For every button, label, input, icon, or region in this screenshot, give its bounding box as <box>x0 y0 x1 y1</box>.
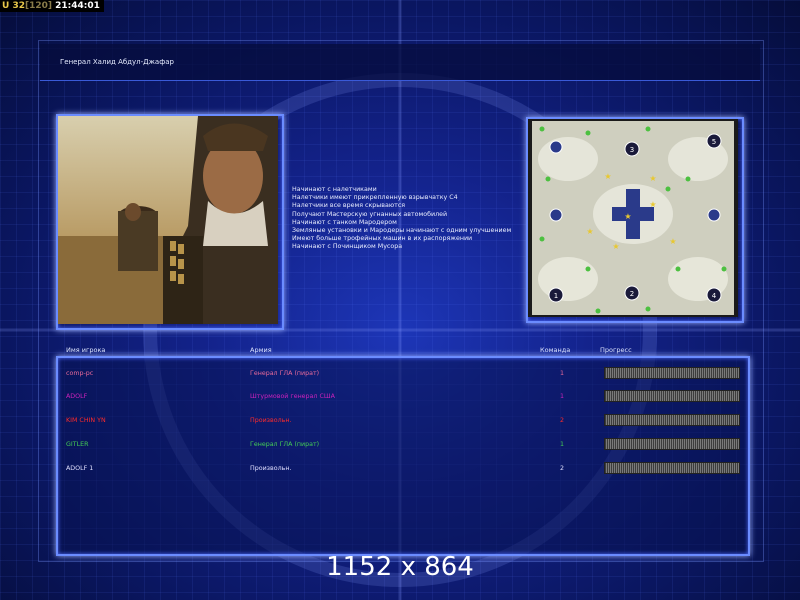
description-line: Начинают с танком Мародером <box>292 218 397 226</box>
svg-text:★: ★ <box>612 242 619 251</box>
start-label-2: 2 <box>630 290 634 298</box>
general-description: Начинают с налетчиками Налетчики имеют п… <box>292 186 511 252</box>
player-row: KIM CHIN YN Произвольн. 2 <box>56 413 746 429</box>
player-name: ADOLF 1 <box>66 465 94 472</box>
svg-text:★: ★ <box>669 237 676 246</box>
start-label-3: 3 <box>630 146 634 154</box>
players-panel <box>56 356 750 556</box>
progress-bar <box>604 414 740 426</box>
column-header-player: Имя игрока <box>66 346 106 354</box>
player-army: Штурмовой генерал США <box>250 393 335 400</box>
status-bracket: [120] <box>24 1 52 11</box>
status-bar: U 32[120] 21:44:01 <box>0 0 104 12</box>
start-label-4: 4 <box>712 292 717 300</box>
player-row: ADOLF 1 Произвольн. 2 <box>56 461 746 477</box>
svg-text:★: ★ <box>624 212 631 221</box>
player-row: GITLER Генерал ГЛА (пират) 1 <box>56 437 746 453</box>
column-header-team: Команда <box>540 346 571 354</box>
status-value: 32 <box>12 1 25 11</box>
progress-bar <box>604 367 740 379</box>
description-line: Начинают с Починщиком Мусора <box>292 243 403 251</box>
player-team: 1 <box>560 370 565 377</box>
general-title: Генерал Халид Абдул-Джафар <box>60 58 174 66</box>
start-label-5: 5 <box>712 138 716 146</box>
player-name: ADOLF <box>66 393 88 400</box>
player-row: comp-pc Генерал ГЛА (пират) 1 <box>56 366 746 382</box>
player-team: 1 <box>560 393 565 400</box>
player-army: Произвольн. <box>250 417 292 424</box>
svg-text:★: ★ <box>649 200 656 209</box>
map-preview[interactable]: 3 5 1 2 4 ★ ★ ★ ★ ★ ★ ★ <box>526 117 744 323</box>
progress-bar <box>604 462 740 474</box>
description-line: Получают Мастерскую угнанных автомобилей <box>292 210 448 218</box>
column-header-progress: Прогресс <box>600 346 632 354</box>
player-row: ADOLF Штурмовой генерал США 1 <box>56 389 746 405</box>
player-army: Генерал ГЛА (пират) <box>250 370 320 377</box>
status-prefix: U <box>2 1 10 11</box>
player-army: Генерал ГЛА (пират) <box>250 441 320 448</box>
description-line: Имеют больше трофейных машин в их распор… <box>292 235 473 243</box>
player-team: 1 <box>560 441 565 448</box>
svg-text:★: ★ <box>604 172 611 181</box>
resolution-label: 1152 x 864 <box>326 552 474 582</box>
player-army: Произвольн. <box>250 465 292 472</box>
svg-text:★: ★ <box>586 227 593 236</box>
description-line: Налетчики все время скрываются <box>292 202 406 210</box>
player-name: comp-pc <box>66 370 94 377</box>
player-name: GITLER <box>66 441 89 448</box>
player-team: 2 <box>560 417 565 424</box>
description-line: Налетчики имеют прикрепленную взрывчатку… <box>292 194 458 202</box>
title-bar: Генерал Халид Абдул-Джафар <box>40 44 760 81</box>
general-portrait <box>56 114 284 330</box>
progress-bar <box>604 390 740 402</box>
status-time: 21:44:01 <box>55 1 100 11</box>
player-name: KIM CHIN YN <box>66 417 106 424</box>
description-line: Земляные установки и Мародеры начинают с… <box>292 227 512 235</box>
description-line: Начинают с налетчиками <box>292 186 377 193</box>
start-label-1: 1 <box>554 292 558 300</box>
player-team: 2 <box>560 465 565 472</box>
column-header-army: Армия <box>250 346 272 354</box>
progress-bar <box>604 438 740 450</box>
svg-text:★: ★ <box>649 174 656 183</box>
